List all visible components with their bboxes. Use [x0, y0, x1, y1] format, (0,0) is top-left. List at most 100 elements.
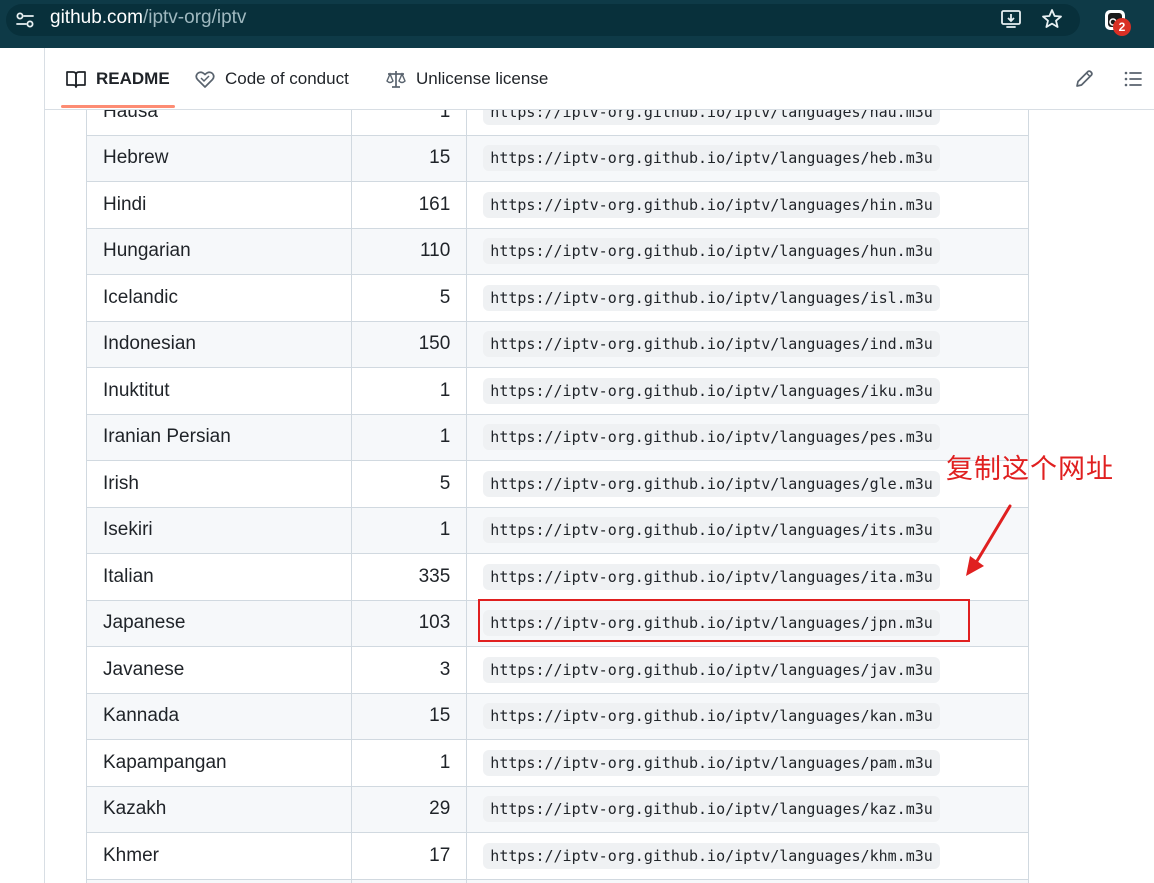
channel-count-cell: 1: [350, 413, 468, 461]
table-row: Kapampangan 1 https://iptv-org.github.io/i…: [86, 739, 1029, 787]
playlist-url-code[interactable]: https://iptv-org.github.io/iptv/language…: [483, 470, 940, 497]
playlist-url-cell: https://iptv-org.github.io/iptv/language…: [466, 367, 1029, 415]
channel-count-cell: [350, 878, 468, 883]
tab-code-of-conduct-label: Code of conduct: [225, 68, 349, 88]
book-icon: [66, 70, 86, 88]
playlist-url-cell: https://iptv-org.github.io/iptv/language…: [466, 181, 1029, 229]
playlist-url-code[interactable]: https://iptv-org.github.io/iptv/language…: [483, 656, 940, 683]
language-cell: Isekiri: [86, 506, 352, 554]
url-text[interactable]: github.com/iptv-org/iptv: [50, 7, 246, 29]
languages-table: Hausa 1 https://iptv-org.github.io/iptv/la…: [86, 110, 1029, 883]
playlist-url-code[interactable]: https://iptv-org.github.io/iptv/language…: [483, 191, 940, 218]
readme-tabs: README Code of conduct Unlicense license: [44, 48, 1154, 110]
language-cell: Indonesian: [86, 320, 352, 368]
playlist-url-code[interactable]: https://iptv-org.github.io/iptv/language…: [483, 424, 940, 451]
channel-count-cell: 103: [350, 599, 468, 647]
language-cell: Kannada: [86, 692, 352, 740]
language-cell: Irish: [86, 460, 352, 508]
channel-count-cell: 1: [350, 110, 468, 136]
channel-count-cell: 335: [350, 553, 468, 601]
bookmark-star-icon[interactable]: [1040, 7, 1064, 31]
language-cell: Italian: [86, 553, 352, 601]
channel-count-cell: 150: [350, 320, 468, 368]
playlist-url-cell: https://iptv-org.github.io/iptv/language…: [466, 320, 1029, 368]
playlist-url-code[interactable]: https://iptv-org.github.io/iptv/language…: [483, 749, 940, 776]
site-settings-icon[interactable]: [14, 9, 36, 31]
table-row: Hungarian 110 https://iptv-org.github.io/i…: [86, 227, 1029, 275]
playlist-url-cell: https://iptv-org.github.io/iptv/language…: [466, 739, 1029, 787]
table-row: Irish 5 https://iptv-org.github.io/iptv/la…: [86, 460, 1029, 508]
playlist-url-cell: https://iptv-org.github.io/iptv/language…: [466, 506, 1029, 554]
playlist-url-code[interactable]: https://iptv-org.github.io/iptv/language…: [483, 703, 940, 730]
playlist-url-cell: https://iptv-org.github.io/iptv/language…: [466, 832, 1029, 880]
table-row: Isekiri 1 https://iptv-org.github.io/iptv/…: [86, 506, 1029, 554]
table-row: Khmer 17 https://iptv-org.github.io/iptv/l…: [86, 832, 1029, 880]
heart-handshake-icon: [195, 70, 215, 88]
playlist-url-code[interactable]: https://iptv-org.github.io/iptv/language…: [483, 110, 940, 125]
channel-count-cell: 15: [350, 134, 468, 182]
languages-table-wrap: Hausa 1 https://iptv-org.github.io/iptv/la…: [86, 110, 1029, 883]
pencil-icon[interactable]: [1073, 68, 1095, 90]
annotation-text: 复制这个网址: [946, 454, 1114, 485]
language-cell: Khmer: [86, 832, 352, 880]
channel-count-cell: 1: [350, 739, 468, 787]
channel-count-cell: 5: [350, 460, 468, 508]
tab-license[interactable]: Unlicense license: [385, 48, 548, 109]
playlist-url-code[interactable]: https://iptv-org.github.io/iptv/language…: [483, 238, 940, 265]
playlist-url-code[interactable]: https://iptv-org.github.io/iptv/language…: [483, 284, 940, 311]
language-cell: Hungarian: [86, 227, 352, 275]
url-path: /iptv-org/iptv: [142, 7, 247, 28]
extension-badge: 2: [1113, 18, 1131, 36]
playlist-url-cell: https://iptv-org.github.io/iptv/language…: [466, 692, 1029, 740]
language-cell: [86, 878, 352, 883]
language-cell: Javanese: [86, 646, 352, 694]
annotation-arrow-icon: [966, 504, 1012, 576]
playlist-url-code[interactable]: https://iptv-org.github.io/iptv/language…: [483, 331, 940, 358]
playlist-url-cell: https://iptv-org.github.io/iptv/language…: [466, 274, 1029, 322]
channel-count-cell: 15: [350, 692, 468, 740]
language-cell: Kazakh: [86, 785, 352, 833]
playlist-url-cell: https://iptv-org.github.io/iptv/language…: [466, 134, 1029, 182]
table-row: Icelandic 5 https://iptv-org.github.io/ipt…: [86, 274, 1029, 322]
playlist-url-cell: [466, 878, 1029, 883]
table-row: Inuktitut 1 https://iptv-org.github.io/ipt…: [86, 367, 1029, 415]
channel-count-cell: 110: [350, 227, 468, 275]
channel-count-cell: 1: [350, 367, 468, 415]
playlist-url-code[interactable]: https://iptv-org.github.io/iptv/language…: [483, 145, 940, 172]
language-cell: Hindi: [86, 181, 352, 229]
playlist-url-cell: https://iptv-org.github.io/iptv/language…: [466, 110, 1029, 136]
table-row: Italian 335 https://iptv-org.github.io/ipt…: [86, 553, 1029, 601]
language-cell: Japanese: [86, 599, 352, 647]
playlist-url-code[interactable]: https://iptv-org.github.io/iptv/language…: [483, 842, 940, 869]
tab-code-of-conduct[interactable]: Code of conduct: [194, 48, 349, 109]
channel-count-cell: 5: [350, 274, 468, 322]
table-row: Kannada 15 https://iptv-org.github.io/iptv…: [86, 692, 1029, 740]
playlist-url-cell: https://iptv-org.github.io/iptv/language…: [466, 460, 1029, 508]
playlist-url-cell: https://iptv-org.github.io/iptv/language…: [466, 227, 1029, 275]
playlist-url-code[interactable]: https://iptv-org.github.io/iptv/language…: [483, 796, 940, 823]
table-row: Iranian Persian 1 https://iptv-org.github.…: [86, 413, 1029, 461]
outline-list-icon[interactable]: [1122, 68, 1144, 90]
table-row: Hausa 1 https://iptv-org.github.io/iptv/la…: [86, 110, 1029, 136]
table-row: Hebrew 15 https://iptv-org.github.io/iptv/…: [86, 134, 1029, 182]
language-cell: Iranian Persian: [86, 413, 352, 461]
active-tab-indicator: [61, 105, 175, 108]
table-row: Indonesian 150 https://iptv-org.github.io/…: [86, 320, 1029, 368]
install-app-icon[interactable]: [999, 7, 1023, 31]
playlist-url-code[interactable]: https://iptv-org.github.io/iptv/language…: [483, 563, 940, 590]
language-cell: Kapampangan: [86, 739, 352, 787]
channel-count-cell: 1: [350, 506, 468, 554]
table-row: Kazakh 29 https://iptv-org.github.io/iptv/…: [86, 785, 1029, 833]
tab-license-label: Unlicense license: [416, 68, 549, 88]
playlist-url-code[interactable]: https://iptv-org.github.io/iptv/language…: [483, 517, 940, 544]
channel-count-cell: 161: [350, 181, 468, 229]
law-scale-icon: [386, 70, 406, 88]
playlist-url-cell: https://iptv-org.github.io/iptv/language…: [466, 413, 1029, 461]
table-row: Javanese 3 https://iptv-org.github.io/iptv…: [86, 646, 1029, 694]
table-row: Hindi 161 https://iptv-org.github.io/iptv/…: [86, 181, 1029, 229]
channel-count-cell: 17: [350, 832, 468, 880]
playlist-url-code[interactable]: https://iptv-org.github.io/iptv/language…: [483, 377, 940, 404]
tab-readme[interactable]: README: [65, 48, 170, 109]
url-host: github.com: [50, 7, 143, 28]
channel-count-cell: 29: [350, 785, 468, 833]
